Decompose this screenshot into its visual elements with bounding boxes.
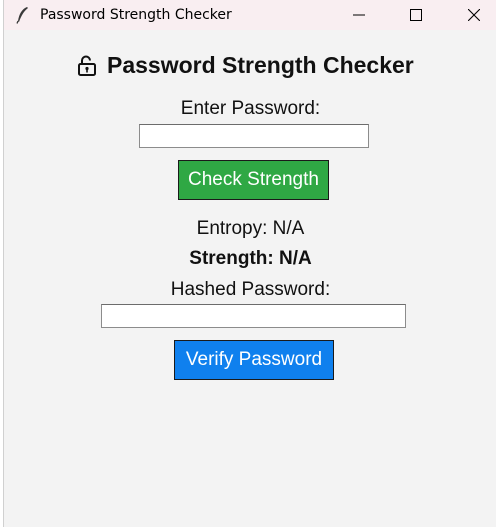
password-label: Enter Password:	[180, 98, 321, 119]
check-strength-button[interactable]: Check Strength	[178, 160, 329, 200]
page-heading: Password Strength Checker	[76, 50, 414, 80]
close-icon	[468, 9, 480, 21]
window-title: Password Strength Checker	[40, 7, 232, 23]
minimize-button[interactable]	[336, 0, 382, 30]
password-input[interactable]	[139, 124, 369, 148]
unlocked-padlock-icon	[78, 55, 96, 76]
hashed-password-label: Hashed Password:	[170, 279, 331, 300]
app-window: Password Strength Checker Password Stren…	[3, 0, 496, 527]
title-bar[interactable]: Password Strength Checker	[4, 0, 496, 30]
minimize-icon	[353, 14, 365, 16]
page-title: Password Strength Checker	[107, 51, 414, 78]
verify-password-button[interactable]: Verify Password	[174, 340, 334, 380]
maximize-icon	[410, 9, 422, 21]
entropy-text: Entropy: N/A	[196, 218, 305, 239]
maximize-button[interactable]	[393, 0, 439, 30]
close-button[interactable]	[451, 0, 496, 30]
strength-text: Strength: N/A	[189, 248, 312, 269]
hashed-password-input[interactable]	[101, 304, 406, 328]
feather-icon	[16, 6, 30, 24]
